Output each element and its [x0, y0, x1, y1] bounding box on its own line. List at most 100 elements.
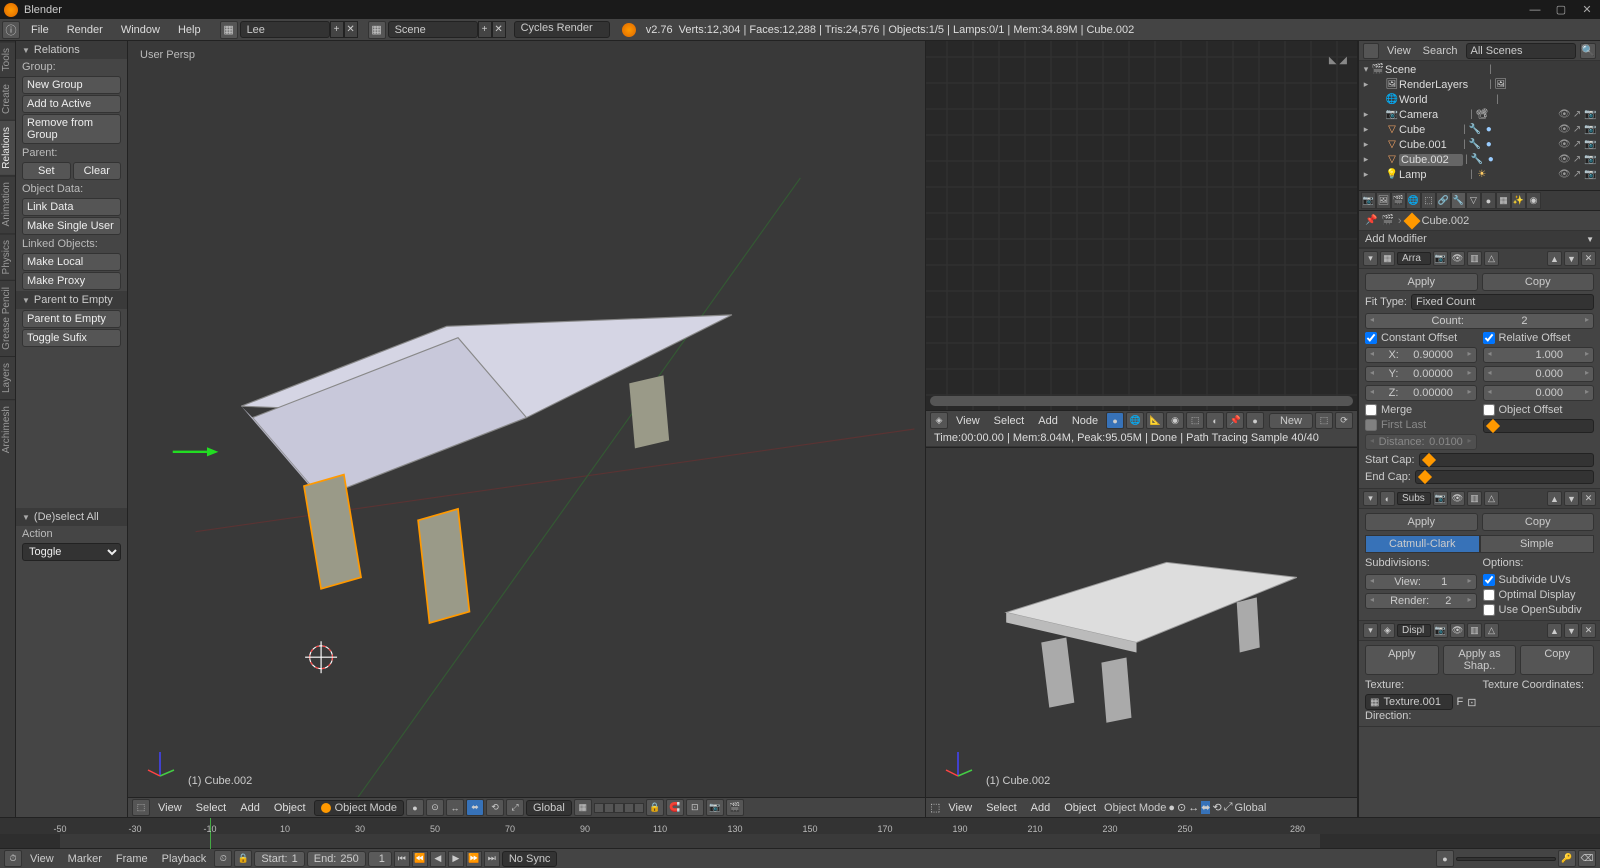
delete-modifier-icon[interactable]: ✕: [1581, 491, 1596, 506]
move-down-icon[interactable]: ▼: [1564, 491, 1579, 506]
editor-type-icon[interactable]: ⬚: [930, 801, 940, 814]
view-menu[interactable]: View: [152, 802, 188, 814]
apply-button[interactable]: Apply: [1365, 273, 1478, 291]
pin-icon[interactable]: 📌: [1365, 215, 1377, 226]
screen-name-field[interactable]: Lee: [240, 21, 330, 38]
const-z-field[interactable]: Z:0.00000: [1365, 385, 1477, 401]
render-border-icon[interactable]: 📷: [706, 799, 724, 816]
simple-button[interactable]: Simple: [1480, 535, 1595, 553]
relative-offset-checkbox[interactable]: [1483, 332, 1495, 344]
toggle-sufix-button[interactable]: Toggle Sufix: [22, 329, 121, 347]
rv-add-menu[interactable]: Add: [1025, 802, 1057, 814]
prop-tab-renderlayers-icon[interactable]: 🖼: [1376, 192, 1391, 209]
catmull-clark-button[interactable]: Catmull-Clark: [1365, 535, 1480, 553]
outliner-item-lamp[interactable]: ▸💡Lamp|☀👁↗📷: [1361, 167, 1598, 182]
const-y-field[interactable]: Y:0.00000: [1365, 366, 1477, 382]
menu-file[interactable]: File: [22, 24, 58, 36]
tool-tab-animation[interactable]: Animation: [0, 175, 15, 232]
scene-name-field[interactable]: Scene: [388, 21, 478, 38]
rv-shading-icon[interactable]: ●: [1168, 802, 1175, 814]
jump-end-icon[interactable]: ⏭: [484, 851, 500, 867]
sync-mode-dropdown[interactable]: No Sync: [502, 851, 558, 867]
render-subdiv-field[interactable]: Render:2: [1365, 593, 1477, 609]
rv-scale-icon[interactable]: ⤢: [1224, 801, 1233, 814]
current-frame-field[interactable]: 1: [368, 851, 392, 867]
opengl-render-icon[interactable]: 🎬: [726, 799, 744, 816]
object-offset-field[interactable]: [1483, 419, 1595, 433]
lock-camera-icon[interactable]: 🔒: [646, 799, 664, 816]
scene-delete-button[interactable]: ✕: [492, 21, 506, 38]
texture-fake-user-icon[interactable]: F: [1457, 696, 1464, 708]
select-menu[interactable]: Select: [190, 802, 233, 814]
layer-buttons[interactable]: [594, 803, 644, 813]
parent-set-button[interactable]: Set: [22, 162, 71, 180]
render-toggle-icon[interactable]: 📷: [1433, 491, 1448, 506]
play-reverse-icon[interactable]: ◀: [430, 851, 446, 867]
node-select-menu[interactable]: Select: [988, 415, 1031, 427]
tool-tab-physics[interactable]: Physics: [0, 233, 15, 280]
tool-tab-relations[interactable]: Relations: [0, 120, 15, 175]
rel-x-field[interactable]: 1.000: [1483, 347, 1595, 363]
constant-offset-checkbox[interactable]: [1365, 332, 1377, 344]
prop-tab-object-icon[interactable]: ⬚: [1421, 192, 1436, 209]
editor-type-timeline-icon[interactable]: ⏱: [4, 850, 22, 867]
prop-tab-material-icon[interactable]: ●: [1481, 192, 1496, 209]
realtime-toggle-icon[interactable]: 👁: [1450, 251, 1465, 266]
end-frame-field[interactable]: End:250: [307, 851, 366, 867]
opensubdiv-checkbox[interactable]: [1483, 604, 1495, 616]
use-nodes-icon[interactable]: ⬚: [1186, 412, 1204, 429]
count-field[interactable]: Count:2: [1365, 313, 1594, 329]
tool-tab-tools[interactable]: Tools: [0, 41, 15, 77]
layers-icon[interactable]: ▦: [574, 799, 592, 816]
render-toggle-icon[interactable]: 📷: [1433, 623, 1448, 638]
keyframe-next-icon[interactable]: ⏩: [466, 851, 482, 867]
maximize-button[interactable]: ▢: [1552, 1, 1570, 19]
copy-button[interactable]: Copy: [1482, 513, 1595, 531]
apply-as-shape-button[interactable]: Apply as Shap..: [1443, 645, 1517, 675]
shading-solid-icon[interactable]: ●: [406, 799, 424, 816]
link-data-button[interactable]: Link Data: [22, 198, 121, 216]
tl-view-menu[interactable]: View: [24, 853, 60, 865]
node-tree-type-icon[interactable]: ◉: [1166, 412, 1184, 429]
modifier-name-field[interactable]: Displ: [1397, 624, 1431, 637]
action-dropdown[interactable]: Toggle: [22, 543, 121, 561]
rv-view-menu[interactable]: View: [942, 802, 978, 814]
merge-checkbox[interactable]: [1365, 404, 1377, 416]
outliner-editor-icon[interactable]: [1363, 43, 1379, 59]
realtime-toggle-icon[interactable]: 👁: [1450, 491, 1465, 506]
lock-time-icon[interactable]: 🔒: [234, 850, 252, 867]
node-add-menu[interactable]: Add: [1032, 415, 1064, 427]
tool-tab-archimesh[interactable]: Archimesh: [0, 399, 15, 459]
add-to-active-button[interactable]: Add to Active: [22, 95, 121, 113]
jump-start-icon[interactable]: ⏮: [394, 851, 410, 867]
modifier-name-field[interactable]: Subs: [1397, 492, 1431, 505]
snap-icon[interactable]: 🧲: [666, 799, 684, 816]
prop-tab-scene-icon[interactable]: 🎬: [1391, 192, 1406, 209]
render-engine-dropdown[interactable]: Cycles Render: [514, 21, 610, 38]
start-cap-field[interactable]: [1419, 453, 1594, 467]
move-up-icon[interactable]: ▲: [1547, 491, 1562, 506]
screen-add-button[interactable]: +: [330, 21, 344, 38]
shader-type-world-icon[interactable]: 🌐: [1126, 412, 1144, 429]
outliner-item-camera[interactable]: ▸📷Camera|📽👁↗📷: [1361, 107, 1598, 122]
breadcrumb-object[interactable]: Cube.002: [1422, 215, 1470, 227]
prop-tab-modifiers-icon[interactable]: 🔧: [1451, 192, 1466, 209]
material-browse-icon[interactable]: ●: [1246, 412, 1264, 429]
editmode-toggle-icon[interactable]: ▥: [1467, 251, 1482, 266]
menu-window[interactable]: Window: [112, 24, 169, 36]
relations-header[interactable]: Relations: [16, 41, 127, 59]
start-frame-field[interactable]: Start:1: [254, 851, 304, 867]
rv-select-menu[interactable]: Select: [980, 802, 1023, 814]
node-view-menu[interactable]: View: [950, 415, 986, 427]
object-offset-checkbox[interactable]: [1483, 404, 1495, 416]
deselect-all-header[interactable]: (De)select All: [16, 508, 127, 526]
prop-tab-constraints-icon[interactable]: 🔗: [1436, 192, 1451, 209]
copy-button[interactable]: Copy: [1520, 645, 1594, 675]
pivot-icon[interactable]: ⊙: [426, 799, 444, 816]
move-down-icon[interactable]: ▼: [1564, 623, 1579, 638]
texture-new-icon[interactable]: ⊡: [1467, 696, 1476, 709]
delete-keyframe-icon[interactable]: ⌫: [1578, 850, 1596, 867]
tool-tab-layers[interactable]: Layers: [0, 356, 15, 399]
pin-icon[interactable]: 📌: [1226, 412, 1244, 429]
move-up-icon[interactable]: ▲: [1547, 251, 1562, 266]
